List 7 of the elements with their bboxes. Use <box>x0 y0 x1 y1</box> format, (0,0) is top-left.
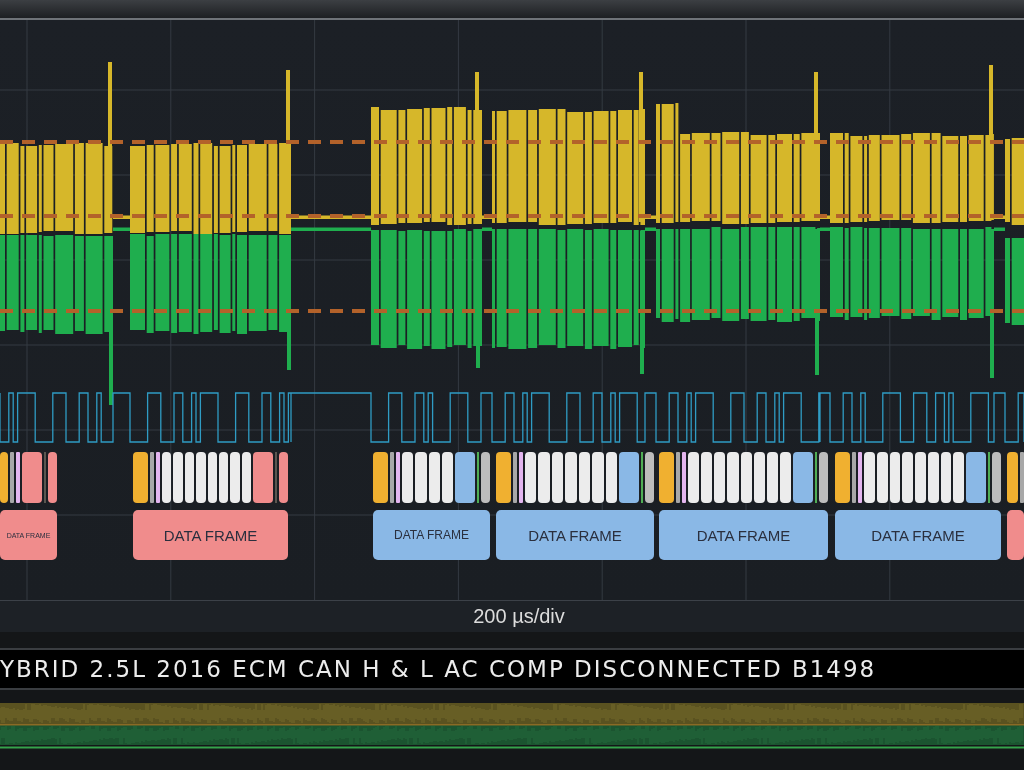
capture-title: YBRID 2.5L 2016 ECM CAN H & L AC COMP DISCONNECTED B1498 <box>0 656 877 682</box>
data-frame-bar: DATA FRAME <box>835 510 1001 560</box>
timebase-label: 200 µs/div <box>472 605 565 628</box>
data-frame-bar: DATA FRAME <box>496 510 654 560</box>
data-frame-bar: DATA FRAME <box>373 510 490 560</box>
data-frame-bar: DATA FRAME <box>133 510 288 560</box>
data-frame-bar: DATA FRAME <box>659 510 828 560</box>
